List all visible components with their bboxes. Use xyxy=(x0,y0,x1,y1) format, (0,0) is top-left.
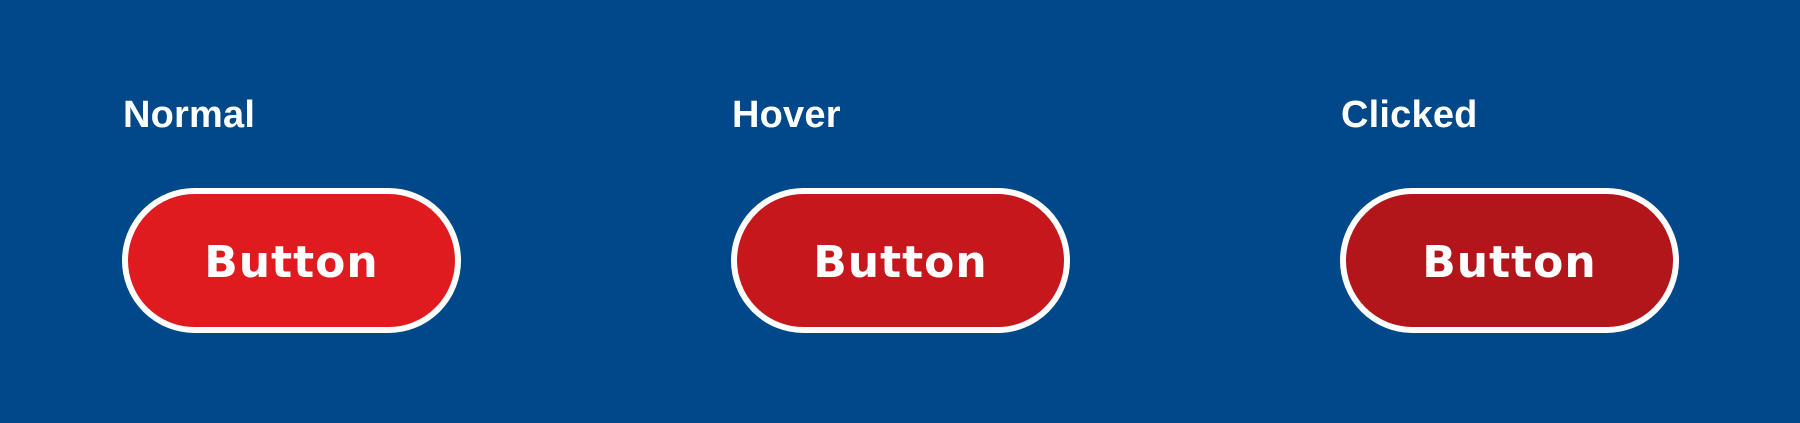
clicked-state-label: Clicked xyxy=(1341,94,1478,136)
hover-button-label: Button xyxy=(813,237,988,288)
hover-state-column: Hover Button xyxy=(731,0,1111,423)
hover-button[interactable]: Button xyxy=(731,188,1070,333)
normal-button-label: Button xyxy=(204,237,379,288)
clicked-button[interactable]: Button xyxy=(1340,188,1679,333)
clicked-button-label: Button xyxy=(1422,237,1597,288)
normal-state-column: Normal Button xyxy=(122,0,502,423)
hover-state-label: Hover xyxy=(732,94,841,136)
clicked-state-column: Clicked Button xyxy=(1340,0,1720,423)
normal-state-label: Normal xyxy=(123,94,256,136)
normal-button[interactable]: Button xyxy=(122,188,461,333)
